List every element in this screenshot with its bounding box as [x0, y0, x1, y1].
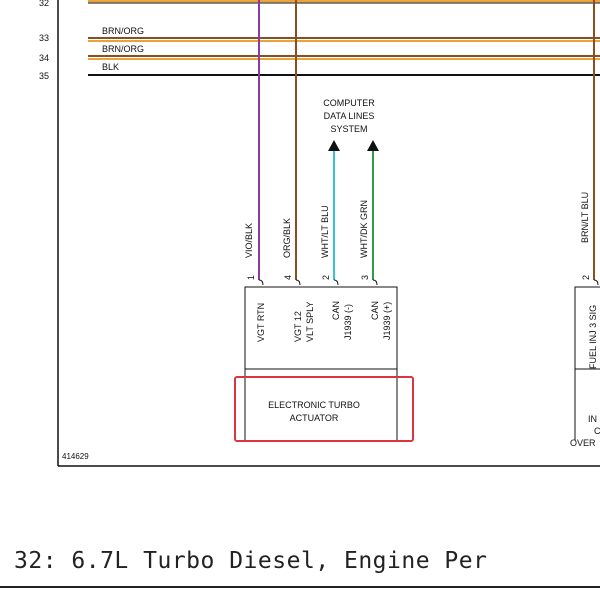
connector-curve-pin2: [333, 279, 339, 286]
pin-label-can-high: CAN: [370, 301, 380, 320]
pin-label-j1939-low: J1939 (-): [343, 304, 353, 340]
row-number-32: 32: [39, 0, 49, 8]
data-lines-label-2: DATA LINES: [324, 111, 375, 121]
data-lines-label-1: COMPUTER: [323, 98, 375, 108]
wire-label-wht-lt-blu: WHT/LT BLU: [320, 205, 330, 258]
pin-label-can-low: CAN: [331, 301, 341, 320]
pin-label-fuel-inj-3-sig: FUEL INJ 3 SIG: [588, 305, 598, 369]
wire-label-row34: BRN/ORG: [102, 44, 144, 54]
row-number-35: 35: [39, 71, 49, 81]
wire-label-vio-blk: VIO/BLK: [244, 223, 254, 258]
actuator-name-line1: ELECTRONIC TURBO: [268, 400, 360, 410]
data-lines-label-3: SYSTEM: [330, 124, 367, 134]
pin-number-right-2: 2: [581, 275, 591, 280]
arrow-up-icon: [328, 140, 340, 151]
wiring-diagram: 32 33 34 35 BRN/ORG BRN/ORG BLK VIO/BLK …: [39, 0, 600, 467]
pin-number-3: 3: [360, 275, 370, 280]
pin-number-2: 2: [321, 275, 331, 280]
connector-curve-pin4: [295, 279, 301, 286]
wire-label-brn-lt-blu: BRN/LT BLU: [580, 192, 590, 243]
connector-curve-pin1: [258, 279, 264, 286]
pin-number-1: 1: [246, 275, 256, 280]
wire-label-wht-dk-grn: WHT/DK GRN: [359, 200, 369, 258]
row-number-33: 33: [39, 33, 49, 43]
connector-curve-right: [593, 279, 599, 286]
actuator-component-box: [244, 286, 398, 370]
pin-number-4: 4: [283, 275, 293, 280]
actuator-name-line2: ACTUATOR: [290, 413, 339, 423]
pin-label-vgt-12: VGT 12: [293, 311, 303, 342]
wire-label-row33: BRN/ORG: [102, 26, 144, 36]
pin-label-j1939-high: J1939 (+): [382, 302, 392, 340]
pin-label-vlt-sply: VLT SPLY: [305, 301, 315, 342]
wire-label-org-blk: ORG/BLK: [282, 218, 292, 258]
right-component-label-1: IN: [588, 414, 597, 424]
right-component-label-3: OVER: [570, 438, 596, 448]
row-number-34: 34: [39, 53, 49, 63]
right-component-label-2: C: [594, 426, 600, 436]
pin-label-vgt-rtn: VGT RTN: [256, 303, 266, 342]
connector-curve-pin3: [372, 279, 378, 286]
figure-caption: 32: 6.7L Turbo Diesel, Engine Per: [14, 548, 488, 574]
caption-underline: [0, 586, 600, 588]
wire-label-row35: BLK: [102, 62, 119, 72]
arrow-up-icon: [367, 140, 379, 151]
figure-id: 414629: [62, 452, 89, 461]
